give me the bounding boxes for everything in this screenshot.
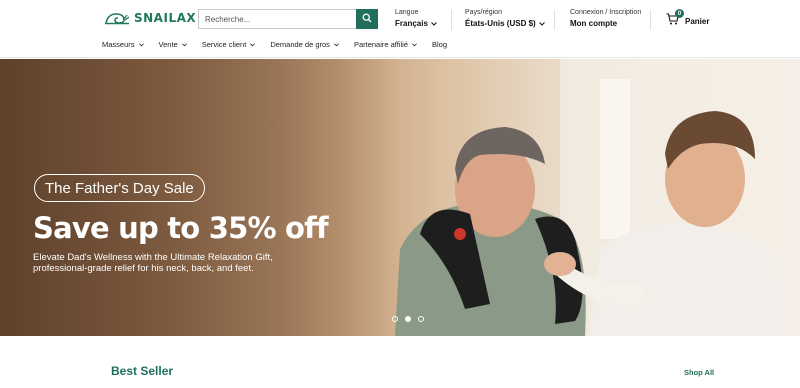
nav-label: Service client bbox=[201, 40, 247, 49]
nav-label: Demande de gros bbox=[270, 40, 330, 49]
hero-banner[interactable]: The Father's Day Sale Save up to 35% off… bbox=[0, 59, 800, 336]
brand-logo[interactable]: SNAILAX bbox=[104, 11, 196, 25]
chevron-down-icon bbox=[412, 40, 417, 49]
cart-button[interactable]: 0 Panier bbox=[666, 9, 710, 30]
divider bbox=[650, 10, 651, 30]
account-value: Mon compte bbox=[570, 19, 618, 28]
nav-label: Masseurs bbox=[102, 40, 135, 49]
chevron-down-icon bbox=[334, 40, 339, 49]
search-icon bbox=[362, 10, 372, 28]
language-value: Français bbox=[395, 19, 428, 28]
carousel-dot[interactable] bbox=[418, 316, 424, 322]
sale-badge: The Father's Day Sale bbox=[34, 174, 205, 202]
carousel-dots bbox=[392, 316, 424, 322]
cart-label: Panier bbox=[685, 16, 710, 26]
nav-item-demande-de-gros[interactable]: Demande de gros bbox=[270, 40, 339, 49]
search-bar bbox=[198, 9, 378, 29]
hero-headline: Save up to 35% off bbox=[33, 211, 329, 245]
nav-label: Vente bbox=[158, 40, 178, 49]
region-selector[interactable]: Pays/région États-Unis (USD $) bbox=[465, 9, 545, 28]
cart-count-badge: 0 bbox=[675, 9, 684, 18]
nav-item-service-client[interactable]: Service client bbox=[202, 40, 256, 49]
hero-subline-line-1: Elevate Dad's Wellness with the Ultimate… bbox=[33, 252, 273, 263]
divider bbox=[451, 10, 452, 30]
nav-item-vente[interactable]: Vente bbox=[159, 40, 187, 49]
site-header: SNAILAX Langue Français Pays/région État… bbox=[0, 0, 800, 58]
search-input[interactable] bbox=[198, 9, 356, 29]
brand-name: SNAILAX bbox=[134, 11, 197, 25]
account-link[interactable]: Connexion / Inscription Mon compte bbox=[570, 9, 641, 28]
nav-item-blog[interactable]: Blog bbox=[432, 40, 447, 49]
hero-subline: Elevate Dad's Wellness with the Ultimate… bbox=[33, 252, 333, 274]
chevron-down-icon bbox=[538, 19, 545, 28]
nav-label: Partenaire affilié bbox=[353, 40, 408, 49]
account-label: Connexion / Inscription bbox=[570, 9, 642, 16]
search-button[interactable] bbox=[356, 9, 378, 29]
nav-item-masseurs[interactable]: Masseurs bbox=[102, 40, 144, 49]
divider bbox=[554, 10, 555, 30]
chevron-down-icon bbox=[138, 40, 144, 49]
chevron-down-icon bbox=[181, 40, 187, 49]
cart-icon: 0 bbox=[666, 9, 684, 30]
language-label: Langue bbox=[395, 9, 419, 16]
hero-subline-line-2: professional-grade relief for his neck, … bbox=[33, 263, 254, 274]
shop-all-link[interactable]: Shop All bbox=[684, 368, 714, 377]
carousel-dot[interactable] bbox=[392, 316, 398, 322]
region-value: États-Unis (USD $) bbox=[465, 19, 536, 28]
language-selector[interactable]: Langue Français bbox=[395, 9, 437, 28]
best-seller-title: Best Seller bbox=[111, 364, 174, 378]
chevron-down-icon bbox=[431, 19, 437, 28]
nav-label: Blog bbox=[432, 40, 448, 49]
carousel-dot-active[interactable] bbox=[405, 316, 411, 322]
nav-item-partenaire-affilie[interactable]: Partenaire affilié bbox=[354, 40, 417, 49]
region-label: Pays/région bbox=[465, 9, 502, 16]
chevron-down-icon bbox=[250, 40, 256, 49]
main-nav: Masseurs Vente Service client Demande de… bbox=[102, 40, 462, 49]
snail-logo-icon bbox=[104, 11, 130, 25]
